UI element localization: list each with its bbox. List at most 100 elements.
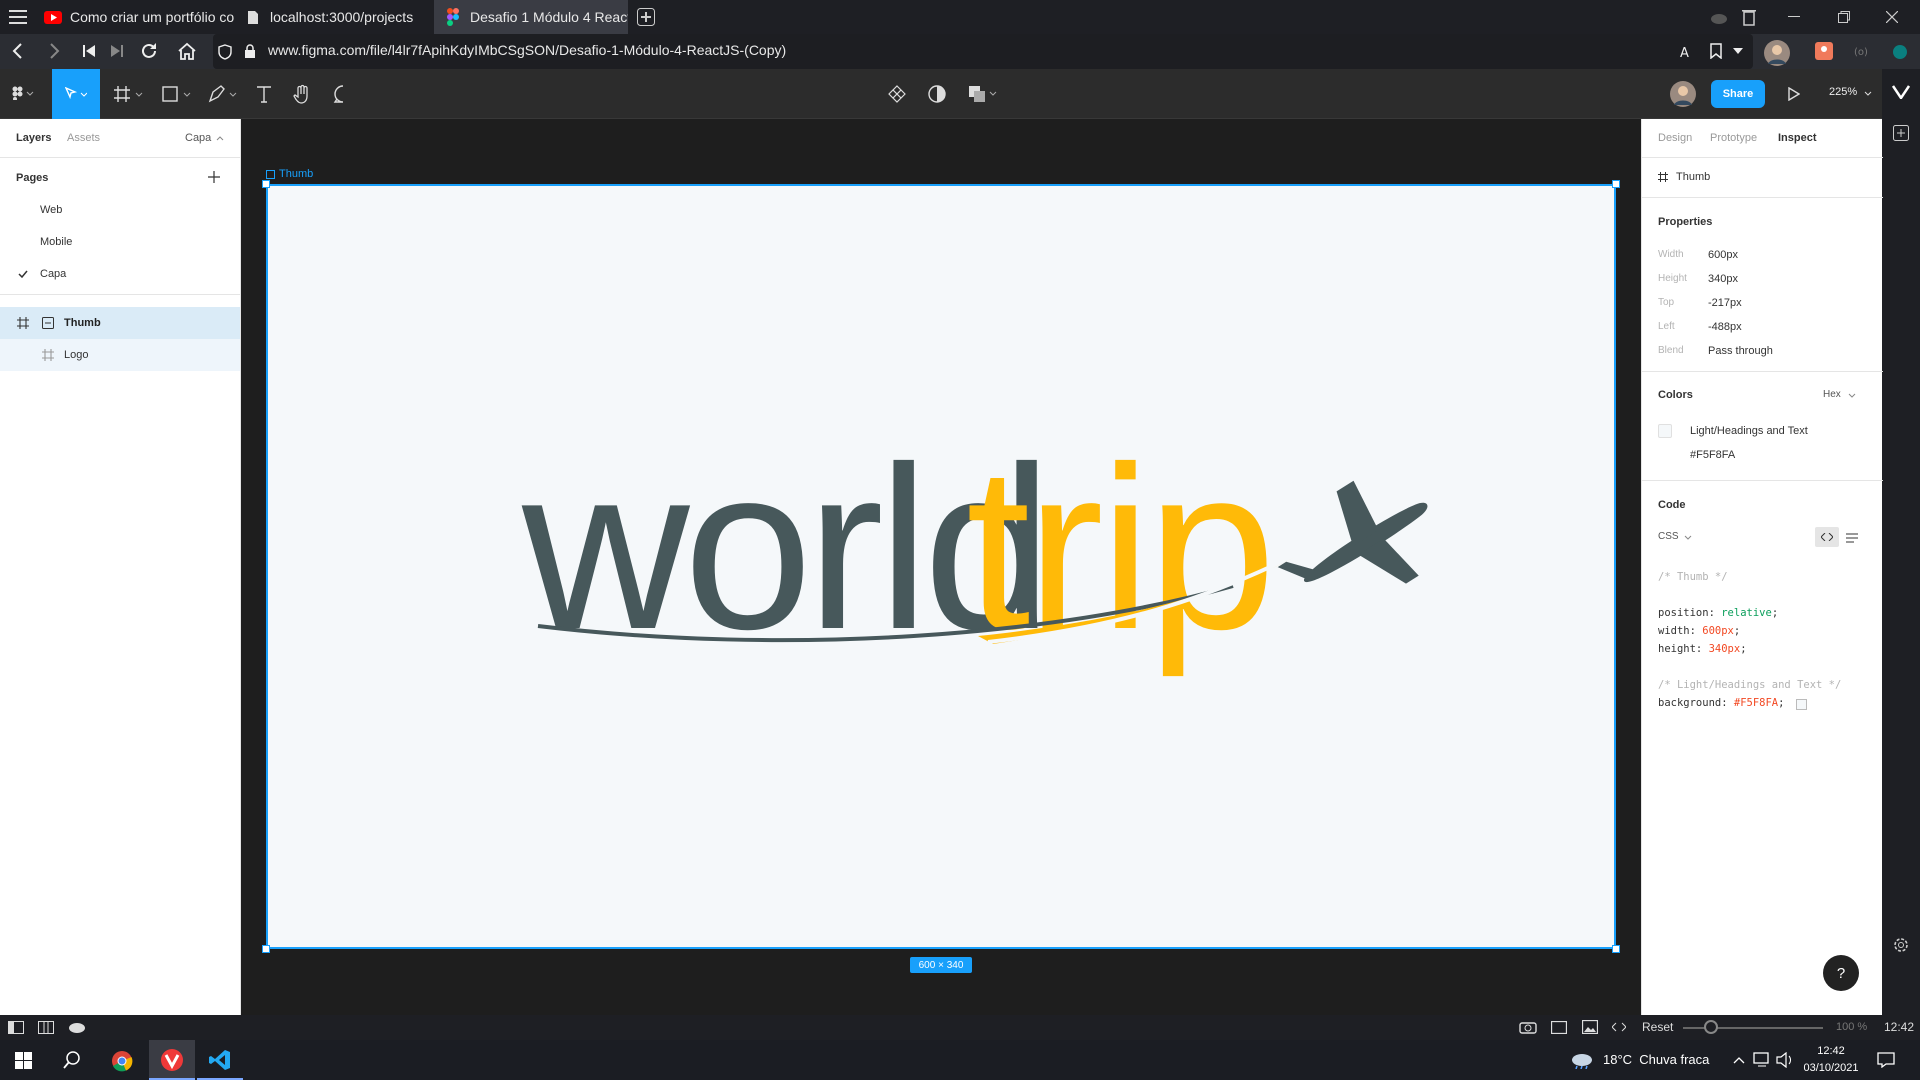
windows-start-icon[interactable]	[15, 1052, 32, 1069]
translate-icon[interactable]: A	[1680, 44, 1696, 60]
zoom-level[interactable]: 225%	[1829, 86, 1857, 98]
vivaldi-taskbar-button[interactable]	[149, 1040, 195, 1080]
color-swatch[interactable]	[1658, 424, 1672, 438]
extension-icon[interactable]: (o)	[1854, 44, 1870, 58]
color-hex[interactable]: #F5F8FA	[1690, 449, 1735, 461]
property-value[interactable]: Pass through	[1708, 345, 1773, 357]
tab-tiling-icon[interactable]	[38, 1021, 54, 1034]
tab-assets[interactable]: Assets	[67, 132, 100, 144]
move-tool-button[interactable]	[52, 69, 100, 119]
pen-tool-icon[interactable]	[208, 85, 238, 103]
frame-tool-icon[interactable]	[114, 86, 144, 102]
code-icon[interactable]	[1612, 1022, 1626, 1032]
volume-icon[interactable]	[1776, 1052, 1794, 1068]
clock-time: 12:42	[1817, 1045, 1845, 1057]
present-icon[interactable]	[1788, 87, 1800, 101]
chevron-up-icon[interactable]	[1733, 1056, 1745, 1064]
search-icon[interactable]	[63, 1051, 81, 1069]
chevron-down-icon[interactable]	[1684, 535, 1692, 541]
browser-tab-active[interactable]: Desafio 1 Módulo 4 ReactJS	[434, 0, 628, 34]
chevron-down-icon[interactable]	[1864, 91, 1872, 97]
property-value[interactable]: -217px	[1708, 297, 1742, 309]
tab-prototype[interactable]: Prototype	[1710, 132, 1757, 144]
share-button[interactable]: Share	[1711, 80, 1765, 108]
restore-icon[interactable]	[1838, 11, 1850, 23]
resize-handle[interactable]	[1612, 945, 1620, 953]
mask-icon[interactable]	[928, 85, 946, 103]
weather-icon[interactable]	[1571, 1051, 1593, 1069]
image-icon[interactable]	[1582, 1020, 1598, 1034]
chevron-up-icon[interactable]	[216, 135, 224, 141]
forward-icon[interactable]	[46, 43, 62, 59]
color-format-select[interactable]: Hex	[1823, 389, 1841, 400]
resize-handle[interactable]	[262, 945, 270, 953]
vivaldi-logo-icon[interactable]	[1892, 85, 1910, 99]
figma-menu-icon[interactable]	[12, 86, 34, 100]
frame-label[interactable]: Thumb	[279, 168, 313, 180]
minimize-icon[interactable]	[1788, 16, 1800, 18]
page-item-capa[interactable]: Capa	[40, 268, 66, 280]
rectangle-tool-icon[interactable]	[162, 86, 192, 102]
layer-row-logo[interactable]: Logo	[0, 339, 240, 371]
back-icon[interactable]	[10, 43, 26, 59]
collapse-icon[interactable]	[42, 317, 54, 329]
chrome-icon[interactable]	[111, 1050, 133, 1072]
layer-row-thumb[interactable]: Thumb	[0, 307, 240, 339]
comment-tool-icon[interactable]	[333, 85, 353, 105]
cloud-icon[interactable]	[1710, 10, 1728, 24]
close-icon[interactable]	[1886, 11, 1898, 23]
zoom-slider-thumb[interactable]	[1704, 1020, 1718, 1034]
text-tool-icon[interactable]	[256, 85, 272, 103]
settings-icon[interactable]	[1893, 937, 1909, 953]
rewind-icon[interactable]	[82, 44, 96, 58]
help-button[interactable]: ?	[1823, 955, 1859, 991]
profile-avatar[interactable]	[1764, 40, 1790, 66]
weather-desc: Chuva fraca	[1639, 1052, 1710, 1067]
tab-layers[interactable]: Layers	[16, 132, 51, 144]
new-tab-icon[interactable]	[637, 8, 655, 26]
boolean-icon[interactable]	[968, 85, 998, 103]
page-selector[interactable]: Capa	[185, 132, 211, 144]
browser-tab[interactable]: localhost:3000/projects	[244, 0, 434, 34]
menu-icon[interactable]	[8, 8, 28, 26]
resize-handle[interactable]	[262, 180, 270, 188]
browser-tab[interactable]: Como criar um portfólio co	[44, 0, 234, 34]
system-clock[interactable]: 12:42 03/10/2021	[1803, 1043, 1859, 1077]
hand-tool-icon[interactable]	[293, 84, 313, 104]
vscode-taskbar-button[interactable]	[197, 1040, 243, 1080]
shield-icon[interactable]	[218, 44, 232, 60]
tab-inspect[interactable]: Inspect	[1778, 132, 1817, 144]
notification-icon[interactable]	[1877, 1052, 1895, 1068]
tab-design[interactable]: Design	[1658, 132, 1692, 144]
bookmark-icon[interactable]	[1710, 43, 1722, 59]
home-icon[interactable]	[177, 42, 197, 60]
property-value[interactable]: -488px	[1708, 321, 1742, 333]
chevron-down-icon[interactable]	[1848, 393, 1856, 399]
add-panel-icon[interactable]	[1893, 125, 1909, 141]
fast-forward-icon[interactable]	[110, 44, 124, 58]
capture-icon[interactable]	[1519, 1020, 1537, 1034]
page-item-web[interactable]: Web	[40, 204, 62, 216]
user-avatar[interactable]	[1670, 81, 1696, 107]
property-value[interactable]: 340px	[1708, 273, 1738, 285]
panel-toggle-icon[interactable]	[8, 1021, 24, 1034]
reload-icon[interactable]	[140, 42, 158, 60]
property-value[interactable]: 600px	[1708, 249, 1738, 261]
zoom-reset-button[interactable]: Reset	[1642, 1020, 1673, 1034]
extension-icon[interactable]	[1815, 42, 1833, 60]
window-icon[interactable]	[1551, 1021, 1567, 1034]
thumb-frame[interactable]: world trip	[266, 184, 1616, 949]
network-icon[interactable]	[1753, 1052, 1771, 1068]
extension-icon[interactable]	[1892, 44, 1908, 60]
code-view-button[interactable]	[1815, 527, 1839, 547]
sync-cloud-icon[interactable]	[68, 1021, 86, 1033]
dropdown-icon[interactable]	[1733, 48, 1743, 54]
component-icon[interactable]	[888, 85, 906, 103]
add-page-icon[interactable]	[208, 171, 220, 183]
weather-widget[interactable]: 18°C Chuva fraca	[1603, 1052, 1709, 1067]
trash-icon[interactable]	[1742, 8, 1756, 26]
resize-handle[interactable]	[1612, 180, 1620, 188]
list-view-icon[interactable]	[1846, 533, 1858, 543]
page-item-mobile[interactable]: Mobile	[40, 236, 72, 248]
code-language-select[interactable]: CSS	[1658, 531, 1679, 542]
